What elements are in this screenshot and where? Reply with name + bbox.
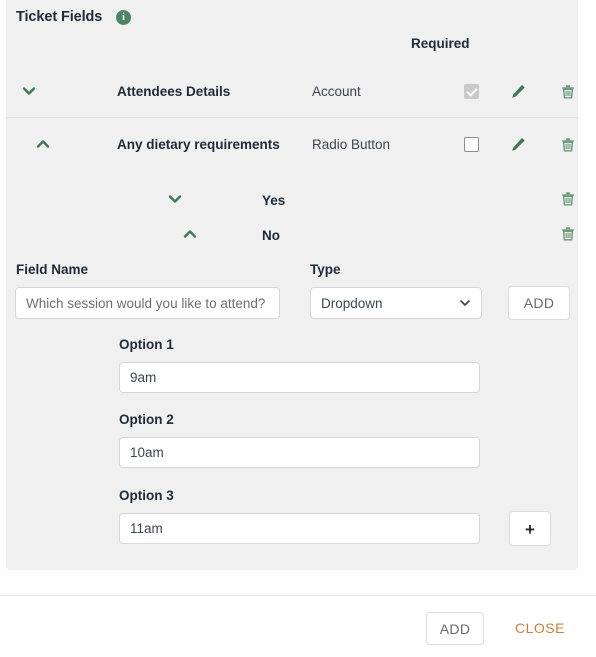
list-item: Yes: [6, 190, 578, 224]
edit-pencil-icon[interactable]: [509, 136, 527, 154]
field-label: Any dietary requirements: [117, 137, 280, 152]
field-label: Attendees Details: [117, 84, 231, 99]
delete-trash-icon[interactable]: [559, 225, 577, 243]
type-select[interactable]: Dropdown: [310, 287, 482, 319]
required-column-header: Required: [411, 36, 470, 51]
option-3-label: Option 3: [119, 488, 174, 503]
chevron-down-icon[interactable]: [166, 190, 184, 208]
info-icon[interactable]: i: [116, 10, 131, 25]
ticket-fields-panel: Ticket Fields i Required Attendees Detai…: [6, 0, 578, 570]
ticket-fields-dialog: Ticket Fields i Required Attendees Detai…: [0, 0, 596, 657]
option-1-label: Option 1: [119, 337, 174, 352]
footer-divider: [0, 595, 596, 596]
option-label: No: [262, 228, 280, 243]
option-1-input[interactable]: [119, 362, 480, 393]
footer-add-button[interactable]: ADD: [426, 612, 484, 645]
option-2-label: Option 2: [119, 412, 174, 427]
field-type: Radio Button: [312, 137, 391, 152]
delete-trash-icon[interactable]: [559, 136, 577, 154]
field-name-label: Field Name: [16, 262, 89, 277]
required-checkbox: [464, 84, 479, 99]
delete-trash-icon[interactable]: [559, 190, 577, 208]
page-title: Ticket Fields: [16, 9, 103, 25]
option-2-input[interactable]: [119, 437, 480, 468]
table-row: Any dietary requirements Radio Button: [6, 118, 578, 186]
type-label: Type: [310, 262, 341, 277]
chevron-up-icon[interactable]: [181, 225, 199, 243]
chevron-up-icon[interactable]: [34, 135, 52, 153]
option-label: Yes: [262, 193, 286, 208]
delete-trash-icon[interactable]: [559, 83, 577, 101]
footer-close-button[interactable]: CLOSE: [505, 612, 575, 645]
chevron-down-icon[interactable]: [20, 82, 38, 100]
edit-pencil-icon[interactable]: [509, 83, 527, 101]
field-type: Account: [312, 84, 361, 99]
add-option-button[interactable]: +: [509, 511, 551, 546]
required-checkbox[interactable]: [464, 137, 479, 152]
option-3-input[interactable]: [119, 513, 480, 544]
list-item: No: [6, 225, 578, 259]
add-field-button[interactable]: ADD: [508, 286, 570, 320]
field-name-input[interactable]: [15, 287, 280, 319]
table-row: Attendees Details Account: [6, 66, 578, 118]
